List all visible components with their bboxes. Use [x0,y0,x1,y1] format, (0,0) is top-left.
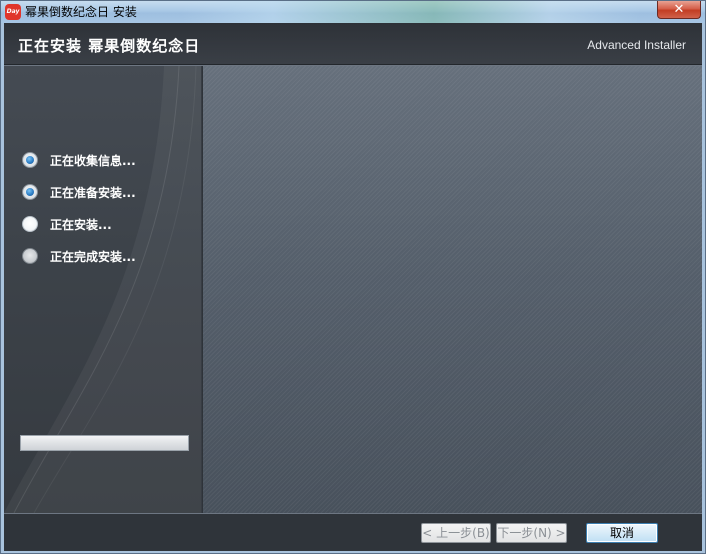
install-progress-bar [20,435,189,451]
steps-panel: 正在收集信息... 正在准备安装... 正在安装... 正在完成安装... [4,66,201,513]
step-status-icon [22,248,38,264]
step-collect-info: 正在收集信息... [22,151,136,169]
window-title: 幂果倒数纪念日 安装 [25,5,137,19]
step-label: 正在安装... [50,217,112,232]
content-area [202,66,702,513]
step-prepare-install: 正在准备安装... [22,183,136,201]
close-icon: ✕ [673,2,685,17]
step-status-icon [22,184,38,200]
back-button[interactable]: < 上一步(B) [421,523,491,543]
installer-window: Day 幂果倒数纪念日 安装 ✕ 正在安装 幂果倒数纪念日 Advanced I… [0,0,706,554]
step-status-icon [22,216,38,232]
page-title: 正在安装 幂果倒数纪念日 [18,37,201,55]
dialog-footer: < 上一步(B) 下一步(N) > 取消 [4,513,702,551]
title-bar[interactable]: Day 幂果倒数纪念日 安装 ✕ [1,1,705,23]
dialog-header: 正在安装 幂果倒数纪念日 Advanced Installer [4,23,702,65]
step-label: 正在准备安装... [50,185,136,200]
step-installing: 正在安装... [22,215,112,233]
step-finish-install: 正在完成安装... [22,247,136,265]
app-icon: Day [5,4,21,20]
next-button[interactable]: 下一步(N) > [496,523,567,543]
installer-dialog: 正在安装 幂果倒数纪念日 Advanced Installer 正在收集信息..… [4,23,702,551]
title-bar-glass [181,1,641,23]
step-label: 正在收集信息... [50,153,136,168]
step-label: 正在完成安装... [50,249,136,264]
step-status-icon [22,152,38,168]
cancel-button[interactable]: 取消 [586,523,658,543]
brand-label: Advanced Installer [587,38,686,52]
close-button[interactable]: ✕ [657,1,701,19]
